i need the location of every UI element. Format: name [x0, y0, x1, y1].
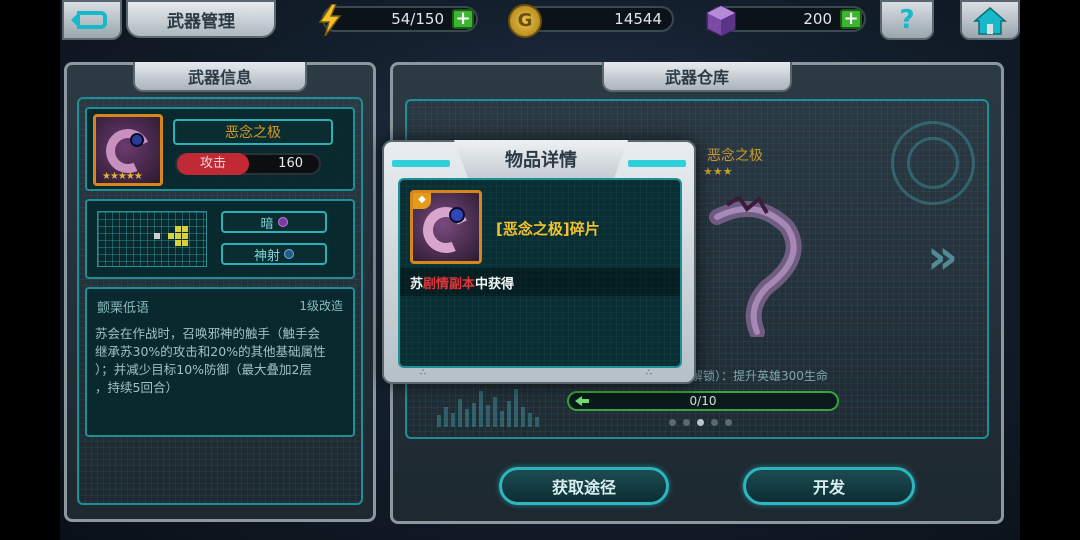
letterbox-left [0, 0, 60, 540]
home-icon [972, 7, 1008, 35]
attack-label: 攻击 [177, 153, 249, 175]
source-suffix: 中获得 [475, 277, 515, 292]
fragment-progress-text: 0/10 [689, 394, 717, 408]
add-gem-button[interactable]: + [840, 9, 862, 29]
range-cell [182, 226, 188, 232]
eye-icon [130, 133, 144, 147]
attack-value: 160 [278, 156, 303, 171]
weapon-summary: ★★★★★ 恶念之极 攻击 160 [85, 107, 355, 191]
range-cell [175, 233, 181, 239]
pager-dot[interactable] [669, 419, 676, 426]
fragment-badge-icon: ◆ [413, 193, 431, 209]
source-link-story-dungeon[interactable]: 剧情副本 [423, 277, 475, 292]
fragment-thumbnail: ◆ [410, 190, 482, 264]
energy-counter: 54/150 + [322, 6, 478, 32]
obtain-source-button[interactable]: 获取途径 [499, 467, 669, 505]
weapon-info-screen: ★★★★★ 恶念之极 攻击 160 暗 神射 颤栗低语 1级改造 苏会在作战时，… [77, 97, 363, 505]
range-cell [175, 226, 181, 232]
class-tag: 神射 [221, 243, 327, 265]
range-cell [182, 233, 188, 239]
gem-value: 200 [803, 10, 832, 28]
unlock-bonus-text: 解锁）：提升英雄300生命 [691, 369, 828, 383]
attack-range-grid [97, 211, 207, 267]
warehouse-weapon-name: 恶念之极 [707, 148, 763, 164]
range-cell [175, 240, 181, 246]
tentacle-icon [416, 200, 476, 260]
attack-stat: 攻击 160 [175, 153, 321, 175]
item-detail-title: 物品详情 [454, 140, 628, 178]
pager-dot[interactable] [711, 419, 718, 426]
skill-box: 颤栗低语 1级改造 苏会在作战时，召唤邪神的触手（触手会 继承苏30%的攻击和2… [85, 287, 355, 437]
skill-level: 1级改造 [299, 299, 343, 313]
game-screen: 武器管理 54/150 + 14544 G 200 + ? 武器信息 ★★★★★… [60, 0, 1020, 540]
corner-dots-icon: ∴ [646, 368, 652, 378]
weapon-creature-icon [709, 197, 802, 337]
help-button[interactable]: ? [880, 0, 934, 40]
weapon-info-panel: 武器信息 ★★★★★ 恶念之极 攻击 160 暗 神射 颤栗低语 1级改造 苏会… [64, 62, 376, 522]
add-energy-button[interactable]: + [452, 9, 474, 29]
source-description: 苏剧情副本中获得 [410, 273, 514, 292]
element-tag-label: 暗 [260, 216, 274, 232]
item-detail-screen: ◆ [恶念之极]碎片 苏剧情副本中获得 [398, 178, 682, 368]
skill-description-line: 苏会在作战时，召唤邪神的触手（触手会 [95, 326, 321, 341]
back-button[interactable] [62, 0, 122, 40]
weapon-thumbnail[interactable]: ★★★★★ [93, 114, 163, 186]
skill-name: 颤栗低语 [97, 301, 150, 316]
element-tag: 暗 [221, 211, 327, 233]
title-accent-left [392, 160, 450, 167]
dark-element-icon [277, 217, 288, 227]
weapon-stars: ★★★★★ [102, 171, 143, 182]
home-button[interactable] [960, 0, 1020, 40]
pager-dot-active[interactable] [697, 419, 704, 426]
pager-dot[interactable] [725, 419, 732, 426]
letterbox-right [1020, 0, 1080, 540]
warehouse-weapon-stars: ★★★ [703, 165, 733, 178]
range-cell [168, 233, 174, 239]
class-tag-label: 神射 [253, 248, 280, 264]
equalizer-decor [437, 387, 539, 427]
coin-value: 14544 [614, 10, 662, 28]
next-page-arrow-icon[interactable]: » [927, 229, 958, 285]
skill-description-line: ，持续5回合） [95, 380, 178, 395]
fragment-progress-bar: 0/10 [567, 391, 839, 411]
fragment-name: [恶念之极]碎片 [496, 220, 600, 238]
gold-coin-icon: G [508, 4, 542, 38]
skill-description: 苏会在作战时，召唤邪神的触手（触手会 继承苏30%的攻击和20%的其他基础属性 … [95, 325, 353, 397]
crystal-cube-icon [706, 5, 736, 37]
weapon-info-title: 武器信息 [133, 62, 307, 92]
decor-ring [907, 137, 959, 189]
develop-button[interactable]: 开发 [743, 467, 915, 505]
pager-dot[interactable] [683, 419, 690, 426]
source-prefix: 苏 [410, 277, 424, 292]
skill-description-line: 继承苏30%的攻击和20%的其他基础属性 [95, 344, 326, 359]
skill-description-line: ）；并减少目标10%防御（最大叠加2层 [95, 362, 312, 377]
title-accent-right [628, 160, 686, 167]
energy-value: 54/150 [391, 10, 444, 28]
weapon-warehouse-title: 武器仓库 [602, 62, 792, 92]
item-detail-dialog: 物品详情 ◆ [恶念之极]碎片 苏剧情副本中获得 ∴ ∴ [382, 140, 696, 384]
lightning-icon [318, 4, 342, 36]
attack-range-box: 暗 神射 [85, 199, 355, 279]
range-cell [182, 240, 188, 246]
sniper-class-icon [284, 249, 294, 259]
corner-dots-icon: ∴ [420, 368, 426, 378]
eye-icon [449, 207, 465, 223]
weapon-name: 恶念之极 [173, 119, 333, 145]
range-origin-cell [154, 233, 160, 239]
top-bar: 武器管理 54/150 + 14544 G 200 + ? [60, 0, 1020, 44]
page-title: 武器管理 [126, 0, 276, 38]
back-arrow-icon [71, 11, 107, 29]
